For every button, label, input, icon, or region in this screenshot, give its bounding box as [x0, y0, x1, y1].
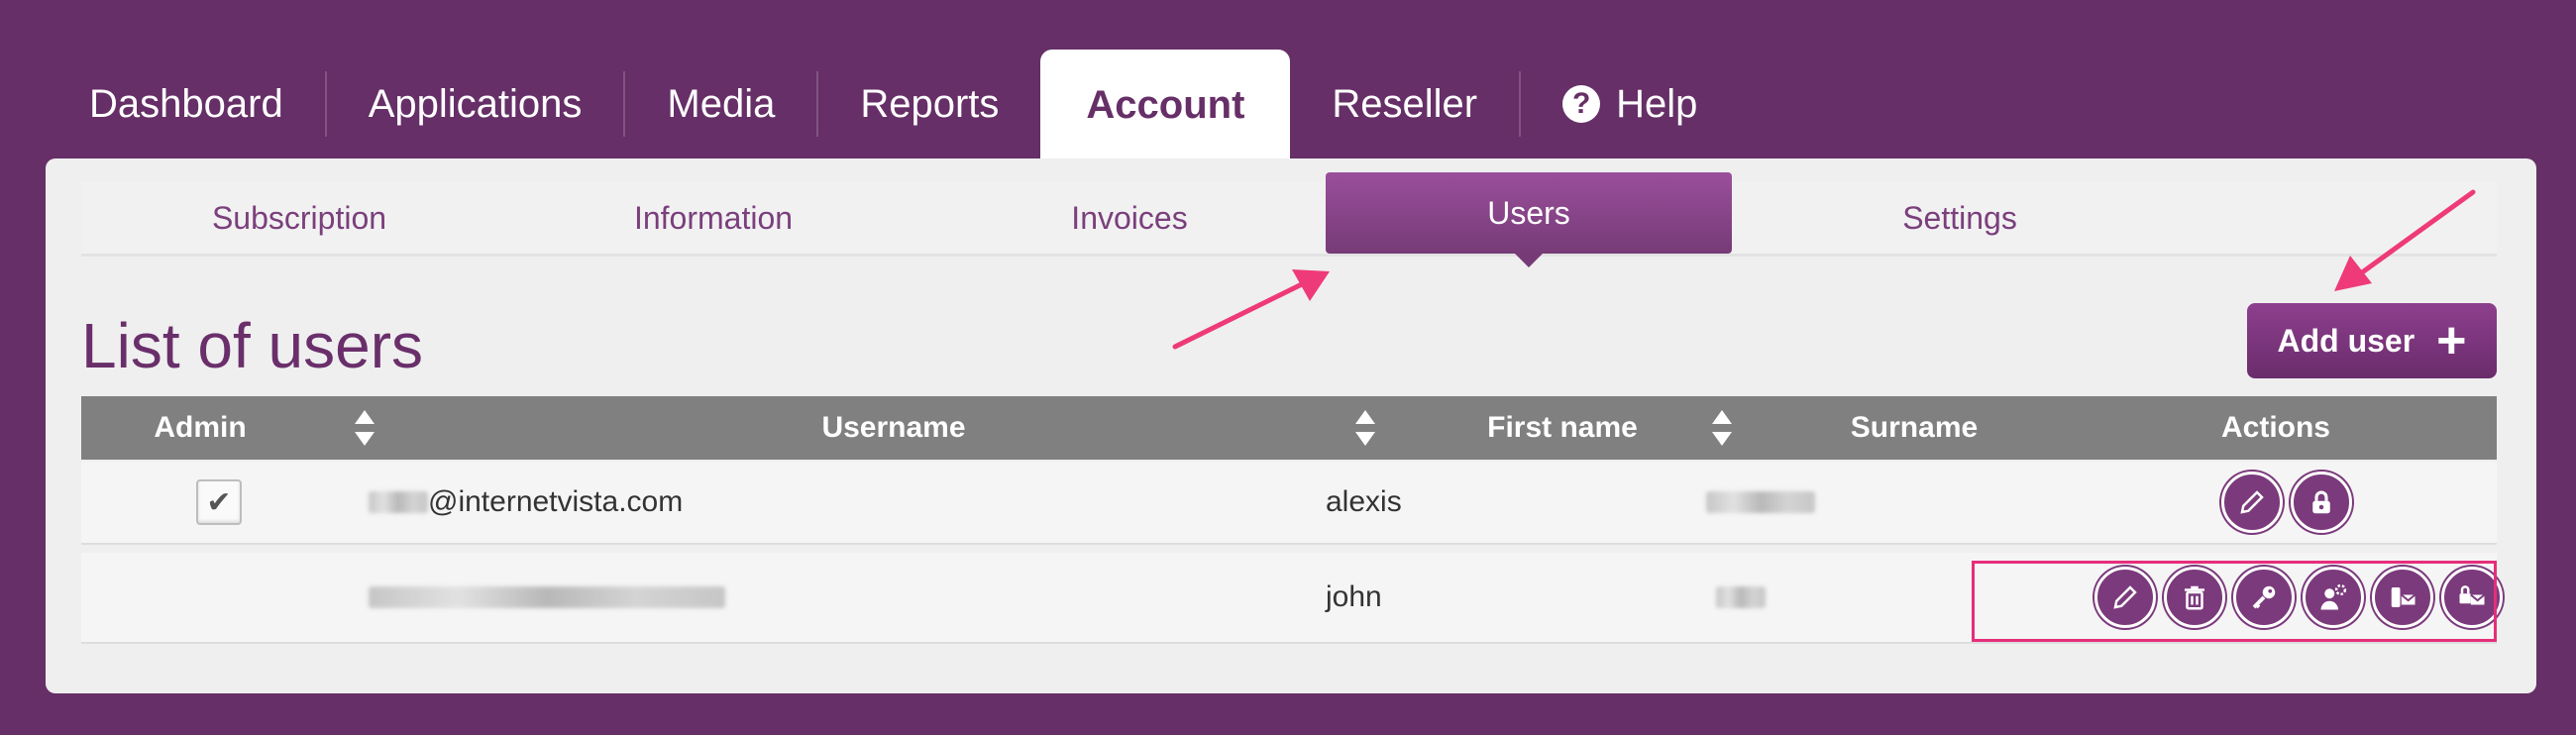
users-table-header: Admin Username First name Surname Action…	[81, 396, 2497, 460]
column-first-name[interactable]: First name	[1399, 396, 1726, 460]
tab-media[interactable]: Media	[625, 50, 816, 158]
redacted-text	[1716, 586, 1766, 608]
redacted-text	[1706, 491, 1815, 513]
tab-dashboard[interactable]: Dashboard	[48, 50, 325, 158]
first-name-value: alexis	[1326, 485, 1402, 518]
column-first-name-label: First name	[1487, 411, 1638, 444]
subtab-settings[interactable]: Settings	[1762, 182, 2158, 254]
account-panel: Subscription Information Invoices Users …	[46, 158, 2536, 693]
tab-applications-label: Applications	[368, 81, 583, 126]
account-subnav: Subscription Information Invoices Users …	[81, 172, 2497, 267]
column-username-label: Username	[821, 411, 966, 444]
username-cell	[369, 553, 725, 642]
subtab-users[interactable]: Users	[1326, 172, 1732, 267]
plus-icon: +	[2436, 312, 2467, 369]
subtab-settings-label: Settings	[1902, 199, 2017, 236]
sort-icon[interactable]	[1353, 408, 1377, 448]
tab-account-label: Account	[1086, 82, 1245, 127]
first-name-value: john	[1326, 580, 1382, 613]
subtab-subscription-label: Subscription	[211, 199, 387, 236]
subtab-invoices[interactable]: Invoices	[931, 182, 1328, 254]
surname-cell	[1706, 462, 1815, 543]
tab-media-label: Media	[667, 81, 776, 126]
tab-reseller-label: Reseller	[1332, 81, 1478, 126]
redacted-text	[369, 586, 725, 608]
username-value: @internetvista.com	[428, 485, 684, 518]
tab-reseller[interactable]: Reseller	[1290, 50, 1519, 158]
checkmark-icon: ✔	[206, 485, 232, 519]
main-navigation: Dashboard Applications Media Reports Acc…	[48, 50, 1739, 160]
column-admin-label: Admin	[154, 411, 247, 444]
column-surname[interactable]: Surname	[1756, 396, 2073, 460]
subtab-information[interactable]: Information	[515, 182, 912, 254]
first-name-cell: john	[1326, 553, 1382, 642]
surname-cell	[1716, 553, 1766, 642]
admin-cell: ✔	[196, 462, 242, 543]
add-user-label: Add user	[2277, 322, 2415, 359]
tab-account[interactable]: Account	[1040, 50, 1291, 160]
subtab-invoices-label: Invoices	[1071, 199, 1188, 236]
subtab-information-label: Information	[633, 199, 794, 236]
tab-reports-label: Reports	[860, 81, 1000, 126]
table-row: ✔ @internetvista.com alexis	[81, 462, 2497, 545]
column-admin: Admin	[101, 396, 299, 460]
tab-dashboard-label: Dashboard	[89, 81, 283, 126]
tab-help-label: Help	[1616, 81, 1698, 126]
column-surname-label: Surname	[1850, 411, 1979, 444]
add-user-button[interactable]: Add user +	[2247, 303, 2497, 378]
username-cell: @internetvista.com	[369, 462, 683, 543]
subtab-users-label: Users	[1487, 194, 1570, 231]
column-actions-label: Actions	[2220, 411, 2330, 444]
sort-icon[interactable]	[353, 408, 376, 448]
tab-reports[interactable]: Reports	[818, 50, 1040, 158]
first-name-cell: alexis	[1326, 462, 1402, 543]
redacted-text	[369, 491, 428, 513]
subtab-subscription[interactable]: Subscription	[101, 182, 497, 254]
sort-icon[interactable]	[1710, 408, 1734, 448]
page-title: List of users	[81, 310, 424, 381]
tab-applications[interactable]: Applications	[327, 50, 624, 158]
column-actions: Actions	[2073, 396, 2479, 460]
actions-highlight-box	[1972, 561, 2497, 642]
actions-cell	[2217, 462, 2356, 543]
tab-help[interactable]: ? Help	[1521, 50, 1739, 158]
admin-checkbox[interactable]: ✔	[196, 479, 242, 525]
column-username[interactable]: Username	[398, 396, 1389, 460]
edit-icon[interactable]	[2221, 472, 2283, 533]
lock-icon[interactable]	[2291, 472, 2352, 533]
question-mark-icon: ?	[1562, 85, 1601, 123]
